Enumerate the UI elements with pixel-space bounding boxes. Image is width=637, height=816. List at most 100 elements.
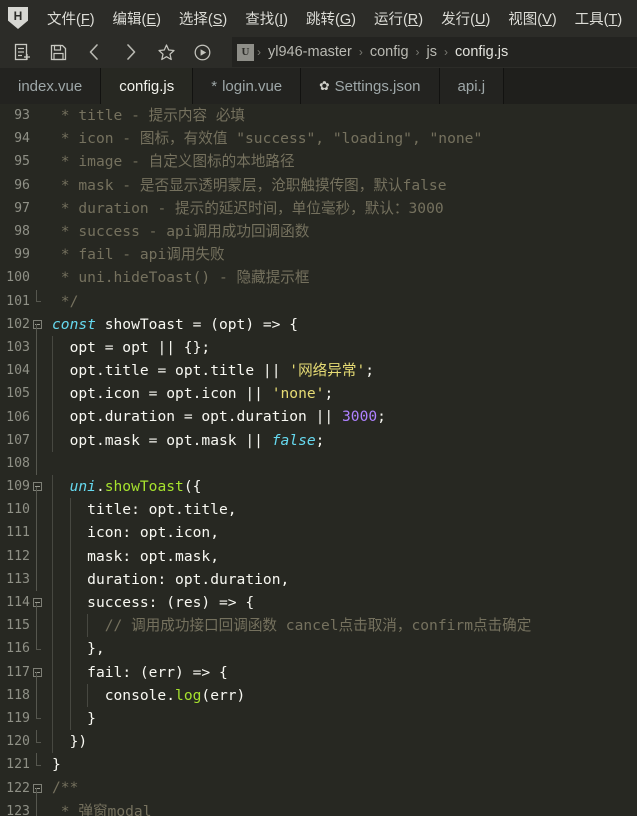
code-text: duration: opt.duration, [44, 567, 637, 591]
breadcrumb[interactable]: U › yl946-master › config › js › config.js [232, 37, 637, 67]
menu-item-4[interactable]: 查找(I) [236, 6, 297, 31]
fold-column[interactable] [30, 197, 44, 220]
fold-column[interactable] [30, 661, 44, 684]
code-text: opt = opt || {}; [44, 335, 637, 360]
fold-column[interactable] [30, 730, 44, 753]
fold-column[interactable] [30, 382, 44, 406]
code-line[interactable]: 113 duration: opt.duration, [0, 567, 637, 591]
fold-column[interactable] [30, 614, 44, 638]
fold-column[interactable] [30, 104, 44, 127]
code-line[interactable]: 119 } [0, 706, 637, 731]
code-line[interactable]: 112 mask: opt.mask, [0, 544, 637, 568]
code-line[interactable]: 94 * icon - 图标，有效值 "success", "loading",… [0, 127, 637, 150]
code-line[interactable]: 106 opt.duration = opt.duration || 3000; [0, 405, 637, 429]
code-line[interactable]: 107 opt.mask = opt.mask || false; [0, 428, 637, 452]
fold-collapse-icon[interactable] [32, 482, 42, 492]
code-line[interactable]: 101 */ [0, 289, 637, 313]
forward-arrow-icon[interactable] [112, 37, 148, 67]
code-line[interactable]: 111 icon: opt.icon, [0, 521, 637, 545]
menu-item-8[interactable]: 视图(V) [499, 6, 565, 31]
code-line[interactable]: 96 * mask - 是否显示透明蒙层，沧职触摸传图，默认false [0, 174, 637, 197]
code-editor[interactable]: 93 * title - 提示内容 必填 94 * icon - 图标，有效值 "… [0, 104, 637, 816]
run-icon[interactable] [184, 37, 220, 67]
menu-item-7[interactable]: 发行(U) [432, 6, 499, 31]
fold-column[interactable] [30, 220, 44, 243]
code-line[interactable]: 99 * fail - api调用失败 [0, 243, 637, 266]
fold-column[interactable] [30, 475, 44, 499]
back-arrow-icon[interactable] [76, 37, 112, 67]
code-line[interactable]: 93 * title - 提示内容 必填 [0, 104, 637, 127]
fold-column[interactable] [30, 567, 44, 591]
code-text: /** [52, 779, 79, 797]
breadcrumb-item-4[interactable]: config.js [449, 44, 514, 60]
fold-column[interactable] [30, 266, 44, 289]
fold-column[interactable] [30, 683, 44, 707]
code-line[interactable]: 104 opt.title = opt.title || '网络异常'; [0, 359, 637, 383]
fold-column[interactable] [30, 335, 44, 360]
code-line[interactable]: 108 [0, 451, 637, 475]
tab-api-j[interactable]: api.j [439, 68, 505, 104]
fold-column[interactable] [30, 753, 44, 776]
tab-settings-json[interactable]: ✿ Settings.json [301, 68, 440, 104]
tab-config-js[interactable]: config.js [101, 68, 194, 104]
breadcrumb-item-3[interactable]: js [421, 44, 443, 60]
fold-column[interactable] [30, 544, 44, 568]
code-line[interactable]: 102 const showToast = (opt) => { [0, 313, 637, 336]
code-line[interactable]: 97 * duration - 提示的延迟时间，单位毫秒，默认：3000 [0, 197, 637, 220]
fold-column[interactable] [30, 243, 44, 266]
fold-column[interactable] [30, 428, 44, 452]
fold-column[interactable] [30, 706, 44, 730]
breadcrumb-item-1[interactable]: yl946-master [262, 44, 358, 60]
star-icon[interactable] [148, 37, 184, 67]
code-text: } [44, 706, 637, 731]
fold-column[interactable] [30, 405, 44, 429]
breadcrumb-item-2[interactable]: config [364, 44, 415, 60]
fold-column[interactable] [30, 127, 44, 150]
code-line[interactable]: 100 * uni.hideToast() - 隐藏提示框 [0, 266, 637, 289]
fold-column[interactable] [30, 174, 44, 197]
save-icon[interactable] [40, 37, 76, 67]
fold-column[interactable] [30, 359, 44, 383]
tab-login-vue[interactable]: * login.vue [193, 68, 302, 104]
tab-index-vue[interactable]: index.vue [0, 68, 102, 104]
code-line[interactable]: 103 opt = opt || {}; [0, 335, 637, 360]
fold-column[interactable] [30, 637, 44, 660]
fold-collapse-icon[interactable] [32, 598, 42, 608]
fold-column[interactable] [30, 799, 44, 816]
new-file-icon[interactable] [4, 37, 40, 67]
code-line[interactable]: 109 uni.showToast({ [0, 475, 637, 499]
menu-item-6[interactable]: 运行(R) [365, 6, 432, 31]
fold-column[interactable] [30, 451, 44, 475]
code-line[interactable]: 105 opt.icon = opt.icon || 'none'; [0, 382, 637, 406]
fold-column[interactable] [30, 591, 44, 615]
code-line[interactable]: 123 * 弹窗modal [0, 799, 637, 816]
code-line[interactable]: 118 console.log(err) [0, 683, 637, 707]
code-line[interactable]: 115 // 调用成功接口回调函数 cancel点击取消，confirm点击确定 [0, 614, 637, 638]
fold-collapse-icon[interactable] [32, 783, 42, 793]
code-line[interactable]: 122 /** [0, 776, 637, 800]
fold-column[interactable] [30, 521, 44, 545]
fold-column[interactable] [30, 776, 44, 800]
menu-item-5[interactable]: 跳转(G) [297, 6, 365, 31]
code-line[interactable]: 95 * image - 自定义图标的本地路径 [0, 150, 637, 173]
fold-column[interactable] [30, 289, 44, 313]
menu-item-3[interactable]: 选择(S) [170, 6, 236, 31]
code-line[interactable]: 121} [0, 753, 637, 776]
menu-item-1[interactable]: 文件(F) [38, 6, 104, 31]
menu-item-9[interactable]: 工具(T) [566, 6, 632, 31]
code-line[interactable]: 110 title: opt.title, [0, 498, 637, 522]
code-line[interactable]: 117 fail: (err) => { [0, 660, 637, 684]
fold-collapse-icon[interactable] [32, 667, 42, 677]
line-number: 101 [6, 293, 30, 309]
code-text: * fail - api调用失败 [60, 246, 225, 264]
line-number: 115 [6, 618, 30, 634]
code-line[interactable]: 120 }) [0, 730, 637, 754]
fold-column[interactable] [30, 498, 44, 522]
menu-item-2[interactable]: 编辑(E) [104, 6, 170, 31]
code-line[interactable]: 116 }, [0, 637, 637, 661]
fold-column[interactable] [30, 150, 44, 173]
fold-collapse-icon[interactable] [32, 319, 42, 329]
code-line[interactable]: 98 * success - api调用成功回调函数 [0, 220, 637, 243]
code-line[interactable]: 114 success: (res) => { [0, 590, 637, 615]
fold-column[interactable] [30, 313, 44, 336]
